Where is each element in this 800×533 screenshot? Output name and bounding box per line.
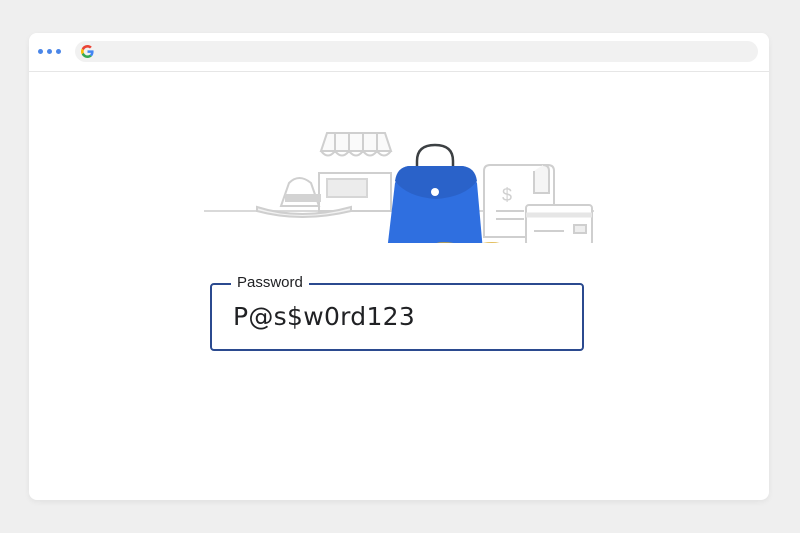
- handbag-icon: [387, 143, 483, 243]
- three-dots-menu-icon[interactable]: [38, 44, 64, 58]
- password-input[interactable]: P@s$w0rd123: [233, 302, 563, 332]
- google-g-icon: [81, 45, 94, 58]
- browser-window: $ Password P@s$w0rd123: [29, 33, 769, 500]
- menu-dot: [47, 48, 52, 54]
- menu-dot: [56, 48, 61, 54]
- storefront-icon: [318, 132, 393, 212]
- browser-toolbar: [29, 33, 769, 72]
- menu-dot: [38, 48, 43, 54]
- password-label: Password: [231, 273, 309, 293]
- svg-text:$: $: [502, 185, 512, 205]
- password-field[interactable]: Password P@s$w0rd123: [210, 273, 584, 351]
- password-input-box[interactable]: Password P@s$w0rd123: [210, 273, 584, 351]
- shopping-illustration: $: [204, 132, 594, 243]
- address-bar[interactable]: [75, 41, 758, 62]
- credit-card-icon: [525, 204, 593, 243]
